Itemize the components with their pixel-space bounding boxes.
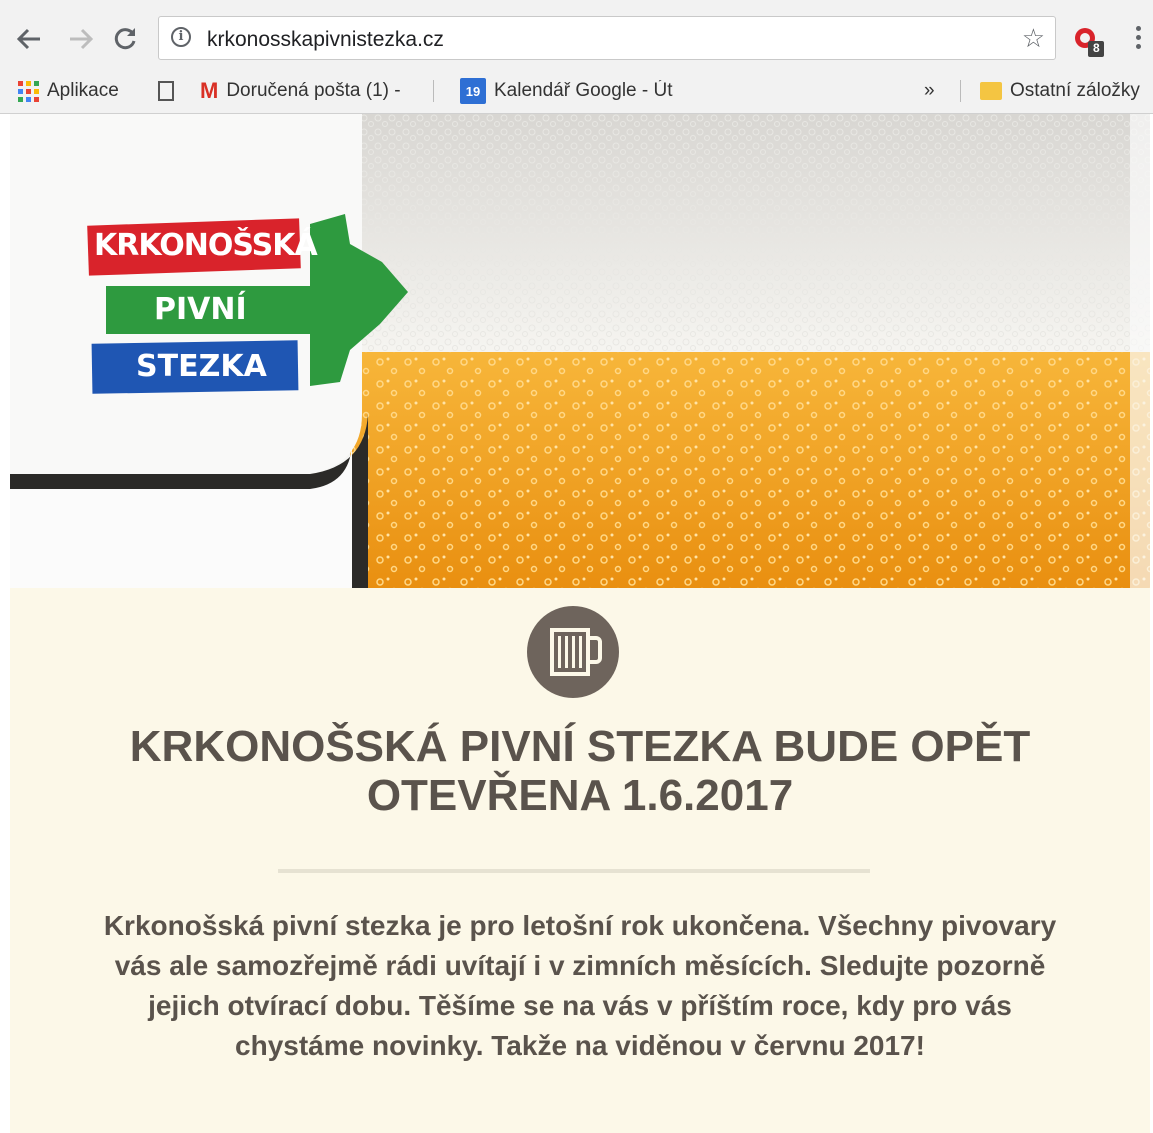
bookmark-label: Aplikace bbox=[47, 80, 119, 101]
extension-badge: 8 bbox=[1093, 41, 1100, 55]
bookmark-calendar[interactable]: 19 Kalendář Google - Út bbox=[460, 78, 673, 104]
bookmarks-bar: Aplikace M Doručená pošta (1) - 19 Kalen… bbox=[0, 68, 1153, 114]
bookmark-other[interactable]: Ostatní záložky bbox=[980, 78, 1140, 104]
apps-grid-icon bbox=[18, 80, 39, 102]
address-bar[interactable]: i krkonosskapivnistezka.cz ☆ bbox=[158, 16, 1056, 60]
bookmark-apps[interactable]: Aplikace bbox=[18, 78, 119, 104]
site-logo[interactable]: KRKONOŠSKÁ PIVNÍ STEZKA bbox=[87, 218, 388, 402]
bookmark-label: Ostatní záložky bbox=[1010, 80, 1140, 101]
divider bbox=[278, 869, 870, 873]
calendar-icon: 19 bbox=[460, 78, 486, 104]
browser-toolbar: i krkonosskapivnistezka.cz ☆ 8 bbox=[0, 0, 1153, 68]
web-page: KRKONOŠSKÁ PIVNÍ STEZKA KRKONOŠSKÁ PIVNÍ… bbox=[10, 114, 1150, 1133]
page-title: KRKONOŠSKÁ PIVNÍ STEZKA BUDE OPĚT OTEVŘE… bbox=[129, 722, 1031, 820]
back-arrow-icon[interactable] bbox=[14, 24, 44, 54]
extension-icon[interactable]: 8 bbox=[1072, 24, 1106, 58]
star-icon[interactable]: ☆ bbox=[1022, 23, 1045, 54]
menu-icon[interactable] bbox=[1136, 26, 1144, 53]
folder-icon bbox=[980, 82, 1002, 100]
logo-text-1: KRKONOŠSKÁ bbox=[94, 228, 318, 263]
url-text[interactable]: krkonosskapivnistezka.cz bbox=[207, 28, 444, 52]
forward-arrow-icon[interactable] bbox=[66, 24, 96, 54]
bookmark-separator bbox=[960, 80, 961, 102]
bookmarks-overflow-button[interactable]: » bbox=[924, 78, 935, 104]
bookmark-page[interactable] bbox=[158, 78, 182, 104]
gmail-icon: M bbox=[200, 78, 219, 103]
announcement-text: Krkonošská pivní stezka je pro letošní r… bbox=[103, 910, 1057, 1061]
logo-text-2: PIVNÍ bbox=[154, 292, 247, 327]
reload-icon[interactable] bbox=[110, 24, 140, 54]
bookmark-label: Doručená pošta (1) - bbox=[226, 80, 401, 101]
hero-image: KRKONOŠSKÁ PIVNÍ STEZKA bbox=[10, 114, 1150, 588]
logo-text-3: STEZKA bbox=[136, 349, 267, 384]
page-icon bbox=[158, 81, 174, 101]
info-icon[interactable]: i bbox=[171, 27, 191, 47]
beer-mug-icon bbox=[527, 606, 619, 698]
bookmark-label: Kalendář Google - Út bbox=[494, 80, 673, 101]
bookmark-separator bbox=[433, 80, 434, 102]
bookmark-gmail[interactable]: M Doručená pošta (1) - bbox=[200, 78, 401, 104]
